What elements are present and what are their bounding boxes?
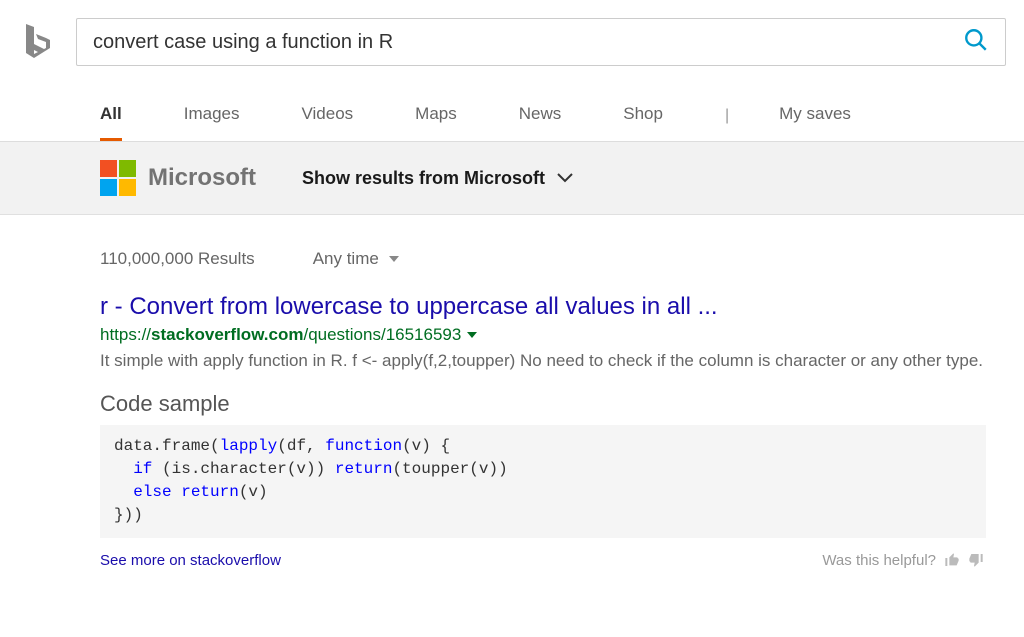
- result-snippet: It simple with apply function in R. f <-…: [100, 349, 986, 373]
- tab-my-saves[interactable]: My saves: [779, 104, 851, 141]
- tab-shop[interactable]: Shop: [623, 104, 663, 141]
- brand-bar: Microsoft Show results from Microsoft: [0, 142, 1024, 215]
- caret-down-icon: [389, 256, 399, 262]
- brand-filter-label: Show results from Microsoft: [302, 168, 545, 189]
- brand-filter-toggle[interactable]: Show results from Microsoft: [302, 168, 573, 189]
- microsoft-text: Microsoft: [148, 164, 256, 192]
- search-icon[interactable]: [963, 27, 989, 58]
- microsoft-logo: Microsoft: [100, 160, 256, 196]
- tab-all[interactable]: All: [100, 104, 122, 141]
- caret-down-icon[interactable]: [467, 332, 477, 338]
- result-title-link[interactable]: r - Convert from lowercase to uppercase …: [100, 293, 986, 321]
- feedback-label: Was this helpful?: [822, 552, 936, 569]
- chevron-down-icon: [557, 173, 573, 183]
- thumb-up-icon[interactable]: [944, 552, 960, 568]
- tab-maps[interactable]: Maps: [415, 104, 457, 141]
- see-more-link[interactable]: See more on stackoverflow: [100, 552, 281, 569]
- results-count: 110,000,000 Results: [100, 249, 255, 269]
- result-url[interactable]: https://stackoverflow.com/questions/1651…: [100, 325, 986, 345]
- microsoft-logo-icon: [100, 160, 136, 196]
- tab-images[interactable]: Images: [184, 104, 240, 141]
- tab-videos[interactable]: Videos: [301, 104, 353, 141]
- time-filter[interactable]: Any time: [313, 249, 399, 269]
- result-footer: See more on stackoverflow Was this helpf…: [0, 538, 1024, 579]
- search-input[interactable]: [93, 31, 963, 54]
- search-result: r - Convert from lowercase to uppercase …: [0, 269, 1024, 538]
- url-prefix: https://: [100, 325, 151, 344]
- results-meta: 110,000,000 Results Any time: [0, 215, 1024, 269]
- bing-logo-icon[interactable]: [16, 20, 56, 60]
- thumb-down-icon[interactable]: [968, 552, 984, 568]
- tab-divider: |: [725, 107, 729, 139]
- search-tabs: All Images Videos Maps News Shop | My sa…: [0, 76, 1024, 142]
- time-filter-label: Any time: [313, 249, 379, 269]
- url-path: /questions/16516593: [303, 325, 461, 344]
- tab-news[interactable]: News: [519, 104, 562, 141]
- feedback-prompt: Was this helpful?: [822, 552, 984, 569]
- code-sample: data.frame(lapply(df, function(v) { if (…: [100, 425, 986, 538]
- url-domain: stackoverflow.com: [151, 325, 303, 344]
- code-sample-heading: Code sample: [100, 391, 986, 417]
- search-header: [0, 0, 1024, 76]
- search-box: [76, 18, 1006, 66]
